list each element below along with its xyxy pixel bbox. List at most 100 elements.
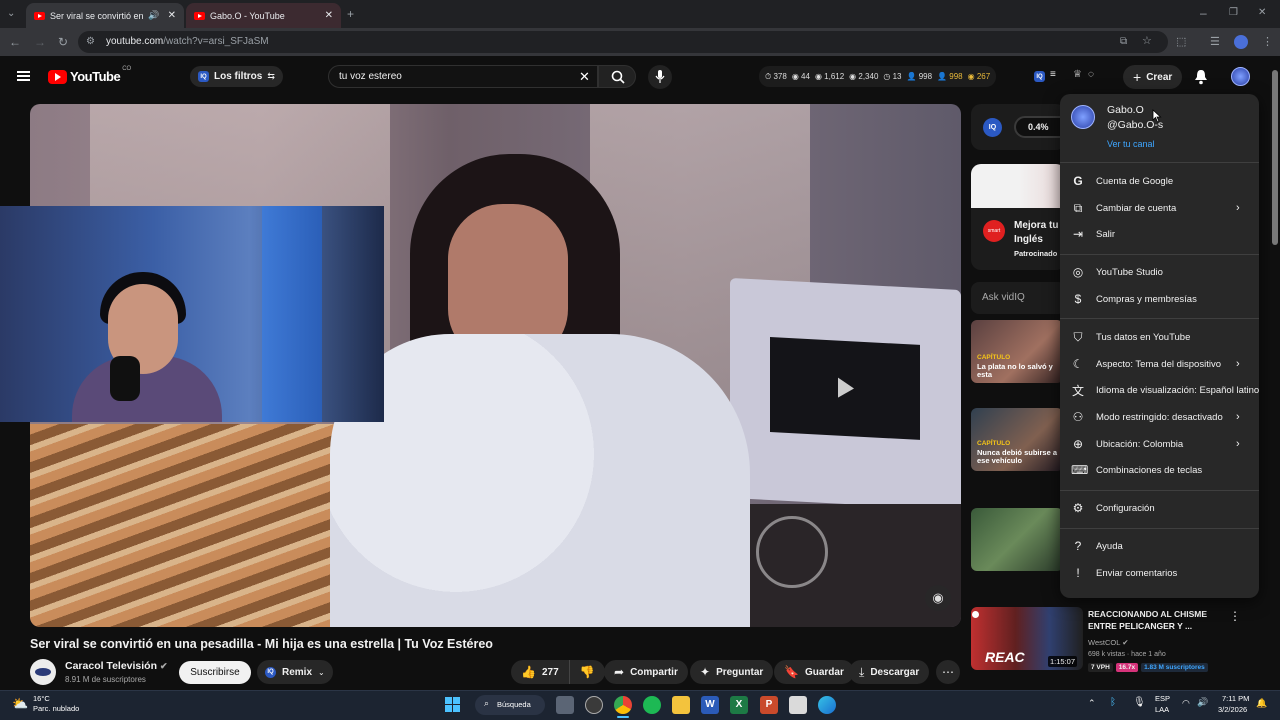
tray-chevron-icon[interactable]: ⌃ — [1088, 698, 1096, 709]
store-icon[interactable] — [789, 696, 807, 714]
remix-button[interactable]: IQ Remix ⌄ — [257, 660, 333, 684]
menu-item-restricted-mode[interactable]: ⚇ Modo restringido: desactivado › — [1060, 405, 1259, 429]
notification-bell-icon[interactable]: 🔔 — [1256, 698, 1267, 709]
menu-item-switch-account[interactable]: ⧉ Cambiar de cuenta › — [1060, 196, 1259, 220]
ad-card[interactable]: smart Mejora tu Inglés Patrocinado — [971, 164, 1066, 270]
address-bar[interactable]: ⚙ youtube.com/watch?v=arsi_SFJaSM ⧉ ☆ — [78, 31, 1168, 53]
related-video-thumbnail[interactable]: CAPÍTULO La plata no lo salvó y esta — [971, 320, 1063, 383]
clear-search-icon[interactable]: ✕ — [579, 69, 590, 85]
menu-item-feedback[interactable]: ! Enviar comentarios — [1060, 561, 1259, 585]
subscribe-button[interactable]: Suscribirse — [179, 661, 251, 684]
tab-close-icon[interactable]: ✕ — [325, 10, 333, 21]
channel-name[interactable]: Caracol Televisión ✔ — [65, 660, 167, 672]
restore-icon[interactable]: ❐ — [1229, 7, 1238, 19]
menu-item-google-account[interactable]: G Cuenta de Google — [1060, 169, 1259, 193]
task-view-icon[interactable] — [556, 696, 574, 714]
menu-item-your-data[interactable]: ⛉ Tus datos en YouTube — [1060, 325, 1259, 349]
chrome-menu-icon[interactable]: ⋮ — [1262, 36, 1273, 48]
file-explorer-icon[interactable] — [672, 696, 690, 714]
trophy-icon[interactable]: ♕ — [1073, 69, 1082, 80]
chevron-right-icon: › — [1236, 438, 1240, 450]
profile-avatar[interactable] — [1234, 35, 1248, 49]
active-app-indicator — [617, 716, 629, 718]
reload-icon[interactable]: ↻ — [58, 36, 68, 48]
wifi-icon[interactable]: ◠ — [1182, 698, 1190, 709]
list-icon[interactable]: ≡ — [1050, 69, 1056, 80]
related-video-thumbnail[interactable]: CAPÍTULO Nunca debió subirse a ese vehíc… — [971, 408, 1063, 471]
tab-active[interactable]: Ser viral se convirtió en una 🔊 ✕ — [26, 3, 184, 28]
more-vertical-icon[interactable]: ⋮ — [1229, 609, 1241, 623]
vidiq-toolbar-icon[interactable]: IQ — [1034, 71, 1045, 82]
save-button[interactable]: 🔖 Guardar — [774, 660, 854, 684]
menu-item-location[interactable]: ⊕ Ubicación: Colombia › — [1060, 432, 1259, 456]
speaker-icon[interactable]: 🔊 — [148, 10, 159, 21]
menu-item-appearance[interactable]: ☾ Aspecto: Tema del dispositivo › — [1060, 352, 1259, 376]
ask-button[interactable]: ✦ Preguntar — [690, 660, 774, 684]
windows-start-icon[interactable] — [445, 697, 460, 712]
extensions-icon[interactable]: ⬚ — [1176, 36, 1186, 48]
chat-icon[interactable]: ◌ — [1088, 69, 1094, 80]
menu-item-settings[interactable]: ⚙ Configuración — [1060, 496, 1259, 520]
minimize-icon[interactable]: – — [1200, 7, 1207, 19]
share-button[interactable]: ➦ Compartir — [604, 660, 688, 684]
search-button[interactable] — [598, 65, 636, 88]
account-avatar[interactable] — [1231, 67, 1250, 86]
chevron-right-icon: › — [1236, 202, 1240, 214]
taskbar-search[interactable]: ⌕ Búsqueda — [475, 695, 545, 715]
youtube-logo[interactable]: YouTube CO — [48, 66, 131, 84]
site-info-icon[interactable]: ⚙ — [86, 36, 95, 48]
forward-icon[interactable]: → — [34, 36, 46, 48]
chrome-icon[interactable] — [614, 696, 632, 714]
excel-icon[interactable]: X — [730, 696, 748, 714]
install-app-icon[interactable]: ⧉ — [1120, 36, 1127, 48]
keyboard-lang[interactable]: ESP — [1155, 694, 1170, 703]
powerpoint-icon[interactable]: P — [760, 696, 778, 714]
like-button[interactable]: 👍 277 — [511, 660, 570, 684]
voice-search-button[interactable] — [648, 65, 672, 89]
spotify-icon[interactable] — [643, 696, 661, 714]
tab-list-icon[interactable]: ⌄ — [7, 8, 15, 20]
volume-icon[interactable]: 🔊 — [1197, 697, 1208, 708]
hamburger-menu-icon[interactable] — [17, 71, 30, 81]
search-input[interactable]: tu voz estereo ✕ — [328, 65, 598, 88]
dislike-button[interactable]: 👎 — [570, 660, 605, 684]
menu-item-purchases[interactable]: $ Compras y membresías — [1060, 287, 1259, 311]
back-icon[interactable]: ← — [9, 36, 21, 48]
reading-list-icon[interactable]: ☰ — [1210, 36, 1220, 48]
keyboard-layout[interactable]: LAA — [1155, 705, 1169, 714]
ask-vidiq-input[interactable]: Ask vidIQ — [971, 282, 1066, 314]
new-tab-icon[interactable]: + — [347, 8, 354, 20]
vidiq-filters-button[interactable]: IQ Los filtros ⇆ — [190, 66, 283, 87]
tab-inactive[interactable]: Gabo.O - YouTube ✕ — [186, 3, 341, 28]
bookmark-star-icon[interactable]: ☆ — [1142, 35, 1152, 47]
menu-item-label: Tus datos en YouTube — [1096, 331, 1191, 343]
word-icon[interactable]: W — [701, 696, 719, 714]
github-icon[interactable] — [585, 696, 603, 714]
eye-icon[interactable]: ◉ — [925, 585, 951, 611]
edge-icon[interactable] — [818, 696, 836, 714]
notifications-bell-icon[interactable] — [1194, 69, 1208, 85]
download-button[interactable]: ⤓ Descargar — [849, 660, 930, 684]
related-video-item[interactable]: REAC 1:15:07 REACCIONANDO AL CHISME ENTR… — [971, 607, 1261, 677]
channel-name-text: Caracol Televisión — [65, 660, 158, 672]
close-window-icon[interactable]: ✕ — [1258, 7, 1266, 19]
scrollbar-thumb[interactable] — [1272, 70, 1278, 245]
menu-item-keyboard-shortcuts[interactable]: ⌨ Combinaciones de teclas — [1060, 458, 1259, 482]
mic-tray-icon[interactable]: 🎙 — [1133, 697, 1146, 708]
clock-time[interactable]: 7:11 PM — [1222, 694, 1249, 703]
more-actions-button[interactable]: ⋯ — [936, 660, 960, 684]
related-video-thumbnail[interactable] — [971, 508, 1063, 571]
tab-close-icon[interactable]: ✕ — [168, 10, 176, 21]
view-channel-link[interactable]: Ver tu canal — [1107, 139, 1155, 149]
menu-item-language[interactable]: 文 Idioma de visualización: Español latin… — [1060, 378, 1259, 402]
ad-banner-image — [971, 164, 1066, 208]
clock-date[interactable]: 3/2/2026 — [1218, 705, 1247, 714]
menu-item-sign-out[interactable]: ⇥ Salir — [1060, 222, 1259, 246]
bluetooth-icon[interactable]: ᛒ — [1110, 697, 1116, 708]
menu-divider — [1060, 162, 1259, 163]
channel-avatar[interactable] — [30, 659, 56, 685]
menu-item-youtube-studio[interactable]: ◎ YouTube Studio — [1060, 260, 1259, 284]
menu-item-help[interactable]: ? Ayuda — [1060, 534, 1259, 558]
weather-widget[interactable]: ⛅ 16°C Parc. nublado — [12, 694, 102, 716]
create-button[interactable]: + Crear — [1123, 65, 1183, 89]
